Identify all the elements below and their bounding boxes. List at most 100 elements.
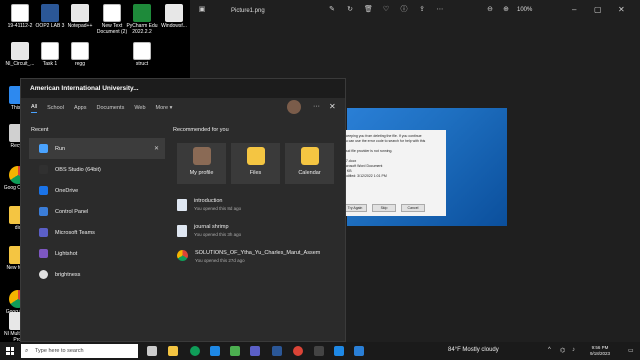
recommended-tile[interactable]: My profile bbox=[177, 143, 226, 184]
chrome-icon[interactable] bbox=[190, 346, 200, 356]
recent-item[interactable]: Run ✕ bbox=[29, 138, 165, 159]
snip-icon[interactable] bbox=[334, 346, 344, 356]
doc-name: introduction bbox=[194, 198, 223, 204]
photos-icon[interactable] bbox=[354, 346, 364, 356]
task-view-icon[interactable] bbox=[147, 346, 157, 356]
desktop-icon[interactable]: Windowsf... bbox=[156, 4, 192, 30]
document-icon bbox=[177, 225, 187, 237]
remove-icon[interactable]: ✕ bbox=[154, 145, 159, 152]
tab-all[interactable]: All bbox=[31, 104, 38, 113]
folder-icon bbox=[246, 147, 265, 165]
notifications-icon[interactable]: ▭ bbox=[628, 347, 634, 354]
file-icon bbox=[71, 42, 89, 60]
tab-web[interactable]: Web bbox=[134, 105, 145, 111]
tab-apps[interactable]: Apps bbox=[74, 105, 87, 111]
taskbar-search-input[interactable]: ⌕ Type here to search bbox=[21, 344, 138, 358]
doc-text: journal shrimp You opened this 3h ago bbox=[194, 224, 241, 237]
file-icon bbox=[11, 4, 29, 22]
recommended-doc[interactable]: SOLUTIONS_OF_Ytha_Yu_Charles_Marut_Assem… bbox=[177, 246, 339, 272]
app-icon bbox=[71, 4, 89, 22]
delete-icon[interactable]: 🗑 bbox=[364, 6, 373, 14]
recent-item-label: OBS Studio (64bit) bbox=[55, 166, 101, 173]
rotate-icon[interactable]: ↻ bbox=[346, 6, 354, 14]
dialog-button: Cancel bbox=[401, 204, 425, 212]
tab-documents[interactable]: Documents bbox=[97, 105, 125, 111]
file-icon bbox=[103, 4, 121, 22]
more-options-icon[interactable]: ··· bbox=[313, 103, 320, 110]
edge-icon[interactable] bbox=[210, 346, 220, 356]
desktop-icon[interactable]: Notepad++ bbox=[62, 4, 98, 30]
word-icon bbox=[41, 4, 59, 22]
explorer-icon[interactable] bbox=[168, 346, 178, 356]
desktop-icon-label: PyCharm Edu 2022.2.2 bbox=[126, 23, 158, 35]
tab-more[interactable]: More ▾ bbox=[156, 105, 173, 111]
gallery-icon[interactable]: ▣ bbox=[198, 6, 206, 14]
recent-item[interactable]: Lightshot bbox=[29, 243, 165, 264]
tray-chevron-icon[interactable]: ^ bbox=[548, 347, 551, 353]
app-icon bbox=[39, 165, 48, 174]
minimize-icon[interactable]: – bbox=[572, 6, 576, 14]
clock-date: 9/18/2023 bbox=[590, 350, 611, 356]
word-icon[interactable] bbox=[272, 346, 282, 356]
obs-icon[interactable] bbox=[314, 346, 324, 356]
weather-widget[interactable]: 84°F Mostly cloudy bbox=[448, 347, 499, 353]
clock-time: 9:56 PM bbox=[591, 345, 609, 350]
recommended-tile[interactable]: Calendar bbox=[285, 143, 334, 184]
info-icon[interactable]: ⓘ bbox=[400, 6, 408, 14]
teams-icon[interactable] bbox=[250, 346, 260, 356]
zoom-out-icon[interactable]: ⊖ bbox=[486, 6, 494, 14]
search-tabs: All School Apps Documents Web More ▾ bbox=[31, 101, 172, 115]
doc-text: SOLUTIONS_OF_Ytha_Yu_Charles_Marut_Assem… bbox=[195, 250, 320, 263]
taskbar: ⌕ Type here to search 84°F Mostly cloudy… bbox=[0, 342, 640, 360]
recommended-tiles: My profile Files Calendar bbox=[177, 143, 334, 184]
recent-item-label: Lightshot bbox=[55, 250, 78, 257]
desktop-icon[interactable]: struct bbox=[124, 42, 160, 68]
edit-icon[interactable]: ✎ bbox=[328, 6, 336, 14]
network-icon[interactable]: ⌬ bbox=[560, 347, 565, 354]
clock[interactable]: 9:56 PM 9/18/2023 bbox=[590, 345, 610, 356]
close-window-icon[interactable]: ✕ bbox=[618, 6, 625, 14]
calendar-icon bbox=[300, 147, 319, 165]
app-icon bbox=[39, 207, 48, 216]
recent-item[interactable]: OBS Studio (64bit) bbox=[29, 159, 165, 180]
recommended-docs: introduction You opened this 8d ago journa… bbox=[177, 194, 339, 272]
favorite-icon[interactable]: ♡ bbox=[382, 6, 390, 14]
profile-photo-icon bbox=[192, 147, 211, 165]
search-placeholder: Type here to search bbox=[35, 348, 84, 354]
doc-subtitle: You opened this 8d ago bbox=[194, 206, 242, 211]
tile-label: Calendar bbox=[298, 170, 321, 176]
search-icon: ⌕ bbox=[25, 348, 29, 354]
app-icon bbox=[39, 270, 48, 279]
chrome-2-icon[interactable] bbox=[293, 346, 303, 356]
app-icon bbox=[39, 228, 48, 237]
zoom-level: 100% bbox=[517, 7, 533, 13]
recent-item-label: Microsoft Teams bbox=[55, 229, 95, 236]
recent-item[interactable]: OneDrive bbox=[29, 180, 165, 201]
volume-icon[interactable]: ♪ bbox=[572, 347, 575, 353]
avatar[interactable] bbox=[287, 100, 301, 114]
desktop-icon-label: struct bbox=[135, 61, 149, 67]
share-icon[interactable]: ⇪ bbox=[418, 6, 426, 14]
recommended-doc[interactable]: journal shrimp You opened this 3h ago bbox=[177, 220, 339, 246]
recent-item-label: Control Panel bbox=[55, 208, 89, 215]
tab-school[interactable]: School bbox=[47, 105, 64, 111]
recent-item[interactable]: Microsoft Teams bbox=[29, 222, 165, 243]
app-icon bbox=[39, 144, 48, 153]
store-icon[interactable] bbox=[230, 346, 240, 356]
file-icon bbox=[41, 42, 59, 60]
zoom-in-icon[interactable]: ⊕ bbox=[502, 6, 510, 14]
close-icon[interactable]: ✕ bbox=[329, 102, 336, 111]
recommended-tile[interactable]: Files bbox=[231, 143, 280, 184]
recommended-doc[interactable]: introduction You opened this 8d ago bbox=[177, 194, 339, 220]
app-icon bbox=[165, 4, 183, 22]
windows-start-icon[interactable] bbox=[6, 347, 14, 355]
desktop-icon[interactable]: regg bbox=[62, 42, 98, 68]
maximize-icon[interactable]: ▢ bbox=[594, 6, 602, 14]
doc-text: introduction You opened this 8d ago bbox=[194, 198, 241, 211]
recent-item[interactable]: Control Panel bbox=[29, 201, 165, 222]
file-icon bbox=[133, 42, 151, 60]
recent-item[interactable]: brightness bbox=[29, 264, 165, 285]
desktop-icon[interactable]: PyCharm Edu 2022.2.2 bbox=[124, 4, 160, 35]
more-icon[interactable]: ⋯ bbox=[436, 6, 444, 14]
viewer-title: Picture1.png bbox=[231, 8, 265, 14]
